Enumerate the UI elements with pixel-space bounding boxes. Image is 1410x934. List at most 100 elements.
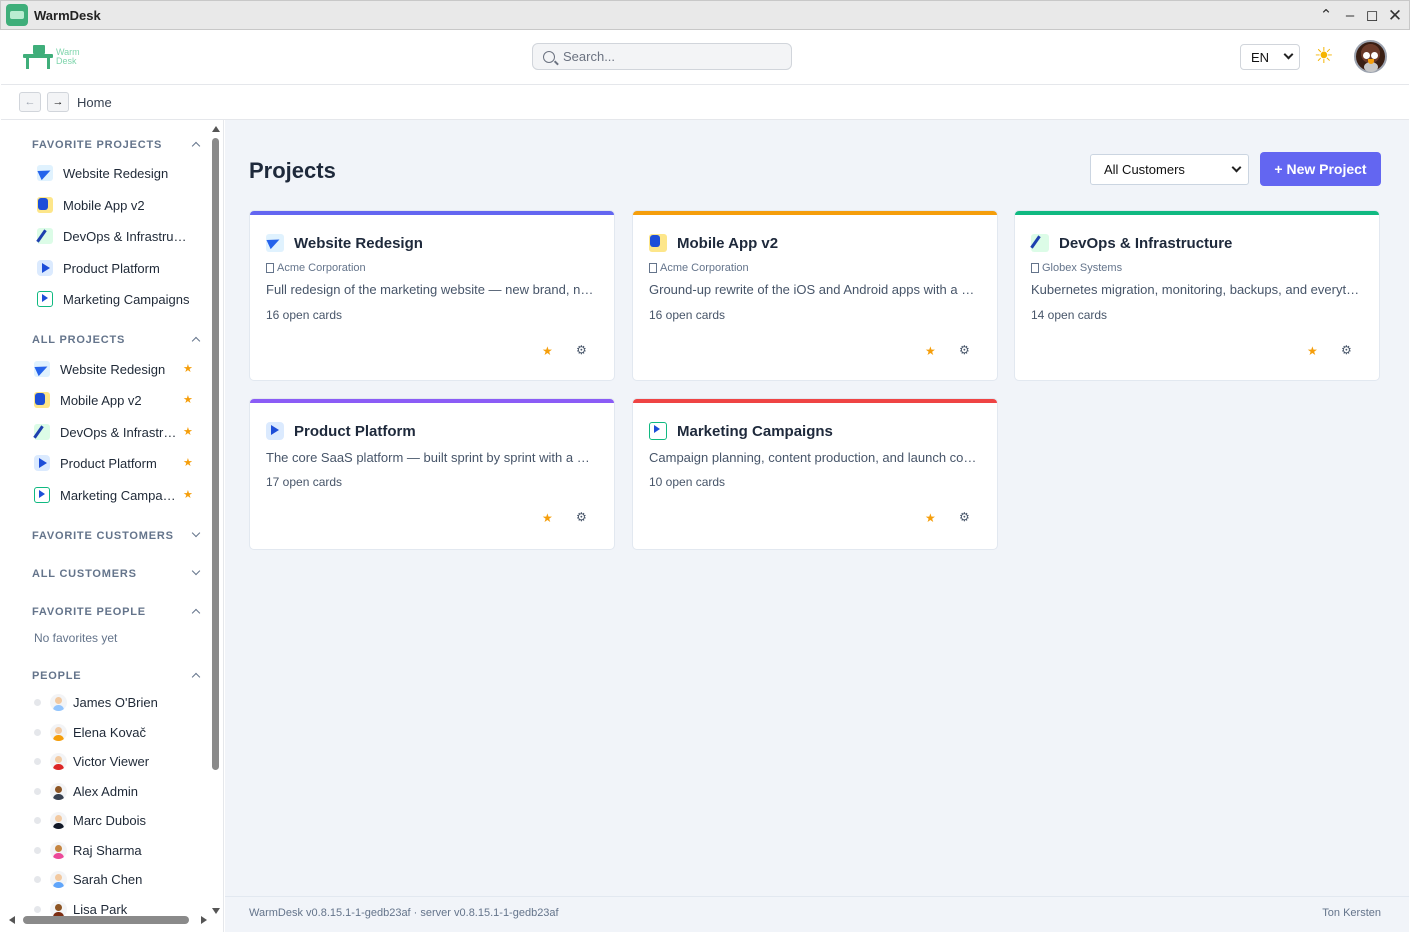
chevron-down-icon — [1231, 162, 1242, 173]
project-customer: Acme Corporation — [266, 262, 366, 274]
person-item[interactable]: James O'Brien — [34, 694, 158, 711]
app-logo[interactable]: Warm Desk — [23, 45, 80, 69]
person-item[interactable]: Alex Admin — [34, 783, 138, 800]
project-card[interactable]: Marketing Campaigns Campaign planning, c… — [632, 398, 998, 550]
scrollbar-thumb[interactable] — [23, 916, 189, 924]
chevron-up-icon[interactable] — [191, 141, 201, 151]
sidebar-fav-project[interactable]: DevOps & Infrastructure — [37, 227, 193, 245]
star-icon[interactable]: ★ — [183, 393, 193, 406]
project-description: Kubernetes migration, monitoring, backup… — [1031, 282, 1361, 297]
person-item[interactable]: Marc Dubois — [34, 812, 146, 829]
sidebar-project[interactable]: Product Platform — [34, 454, 157, 472]
breadcrumb-home[interactable]: Home — [77, 95, 112, 110]
gear-icon[interactable]: ⚙ — [1341, 343, 1352, 357]
language-select[interactable]: EN — [1240, 44, 1300, 70]
search-box[interactable] — [532, 43, 792, 70]
section-favorite-customers[interactable]: FAVORITE CUSTOMERS — [32, 530, 174, 542]
sidebar-horizontal-scrollbar[interactable] — [7, 914, 207, 926]
star-icon[interactable]: ★ — [542, 511, 553, 525]
project-name[interactable]: Mobile App v2 — [677, 235, 778, 252]
project-name[interactable]: DevOps & Infrastructure — [1059, 235, 1232, 252]
app-header: Warm Desk EN ☀ — [1, 30, 1409, 85]
sidebar-fav-project[interactable]: Website Redesign — [37, 164, 168, 182]
avatar — [50, 694, 67, 711]
person-item[interactable]: Elena Kovač — [34, 724, 146, 741]
devops-icon — [34, 424, 50, 440]
gear-icon[interactable]: ⚙ — [959, 343, 970, 357]
user-avatar[interactable] — [1354, 40, 1387, 73]
star-icon[interactable]: ★ — [1307, 344, 1318, 358]
star-icon[interactable]: ★ — [925, 511, 936, 525]
sidebar-project[interactable]: Website Redesign — [34, 360, 165, 378]
sidebar-fav-project[interactable]: Product Platform — [37, 259, 160, 277]
status-dot — [34, 847, 41, 854]
open-cards-count: 16 open cards — [649, 308, 726, 322]
chevron-up-icon[interactable] — [191, 336, 201, 346]
window-collapse-icon[interactable]: ⌃ — [1317, 7, 1335, 25]
person-item[interactable]: Raj Sharma — [34, 842, 142, 859]
sidebar-project[interactable]: Mobile App v2 — [34, 391, 142, 409]
marketing-icon — [34, 487, 50, 503]
chevron-down-icon[interactable] — [191, 566, 201, 576]
project-card[interactable]: Product Platform The core SaaS platform … — [249, 398, 615, 550]
star-icon[interactable]: ★ — [183, 425, 193, 438]
star-icon[interactable]: ★ — [925, 344, 936, 358]
product-icon — [266, 422, 284, 440]
person-item[interactable]: Sarah Chen — [34, 871, 142, 888]
chevron-up-icon[interactable] — [191, 608, 201, 618]
no-favorites-note: No favorites yet — [34, 631, 118, 645]
sidebar-vertical-scrollbar[interactable] — [209, 124, 221, 914]
mobile-icon — [34, 392, 50, 408]
sidebar-fav-project[interactable]: Mobile App v2 — [37, 196, 145, 214]
breadcrumb-bar: ← → Home — [1, 85, 1409, 120]
star-icon[interactable]: ★ — [183, 456, 193, 469]
scroll-right-icon[interactable] — [201, 916, 207, 924]
chevron-up-icon[interactable] — [191, 672, 201, 682]
avatar — [50, 842, 67, 859]
forward-button[interactable]: → — [47, 92, 69, 112]
project-name[interactable]: Product Platform — [294, 423, 416, 440]
open-cards-count: 14 open cards — [1031, 308, 1108, 322]
star-icon[interactable]: ★ — [183, 362, 193, 375]
new-project-button[interactable]: + New Project — [1260, 152, 1381, 186]
scroll-left-icon[interactable] — [9, 916, 15, 924]
sidebar-project[interactable]: Marketing Campaigns — [34, 486, 178, 504]
sidebar-fav-project[interactable]: Marketing Campaigns — [37, 290, 189, 308]
language-value: EN — [1251, 49, 1270, 65]
back-button[interactable]: ← — [19, 92, 41, 112]
scrollbar-thumb[interactable] — [212, 138, 219, 770]
project-name[interactable]: Website Redesign — [294, 235, 423, 252]
project-customer: Globex Systems — [1031, 262, 1122, 274]
gear-icon[interactable]: ⚙ — [576, 343, 587, 357]
project-card[interactable]: Mobile App v2 Acme Corporation Ground-up… — [632, 210, 998, 381]
person-item[interactable]: Victor Viewer — [34, 753, 149, 770]
website-icon — [266, 234, 284, 252]
card-color-bar — [1015, 211, 1379, 215]
scroll-up-icon[interactable] — [212, 126, 220, 132]
window-close-icon[interactable]: ✕ — [1386, 7, 1404, 25]
window-maximize-icon[interactable]: ◻ — [1363, 7, 1381, 25]
mobile-icon — [37, 197, 53, 213]
star-icon[interactable]: ★ — [542, 344, 553, 358]
search-input[interactable] — [563, 49, 763, 64]
chevron-down-icon[interactable] — [191, 528, 201, 538]
customer-filter-select[interactable]: All Customers — [1090, 154, 1249, 185]
project-name[interactable]: Marketing Campaigns — [677, 423, 833, 440]
project-card[interactable]: Website Redesign Acme Corporation Full r… — [249, 210, 615, 381]
sun-icon[interactable]: ☀ — [1314, 45, 1334, 67]
window-minimize-icon[interactable]: – — [1341, 7, 1359, 25]
status-dot — [34, 699, 41, 706]
product-icon — [34, 455, 50, 471]
section-favorite-people[interactable]: FAVORITE PEOPLE — [32, 606, 146, 618]
star-icon[interactable]: ★ — [183, 488, 193, 501]
section-all-customers[interactable]: ALL CUSTOMERS — [32, 568, 137, 580]
project-card[interactable]: DevOps & Infrastructure Globex Systems K… — [1014, 210, 1380, 381]
gear-icon[interactable]: ⚙ — [959, 510, 970, 524]
section-all-projects[interactable]: ALL PROJECTS — [32, 334, 125, 346]
scroll-down-icon[interactable] — [212, 908, 220, 914]
project-description: The core SaaS platform — built sprint by… — [266, 450, 596, 465]
section-favorite-projects[interactable]: FAVORITE PROJECTS — [32, 139, 162, 151]
sidebar-project[interactable]: DevOps & Infrastructure — [34, 423, 178, 441]
gear-icon[interactable]: ⚙ — [576, 510, 587, 524]
section-people[interactable]: PEOPLE — [32, 670, 81, 682]
